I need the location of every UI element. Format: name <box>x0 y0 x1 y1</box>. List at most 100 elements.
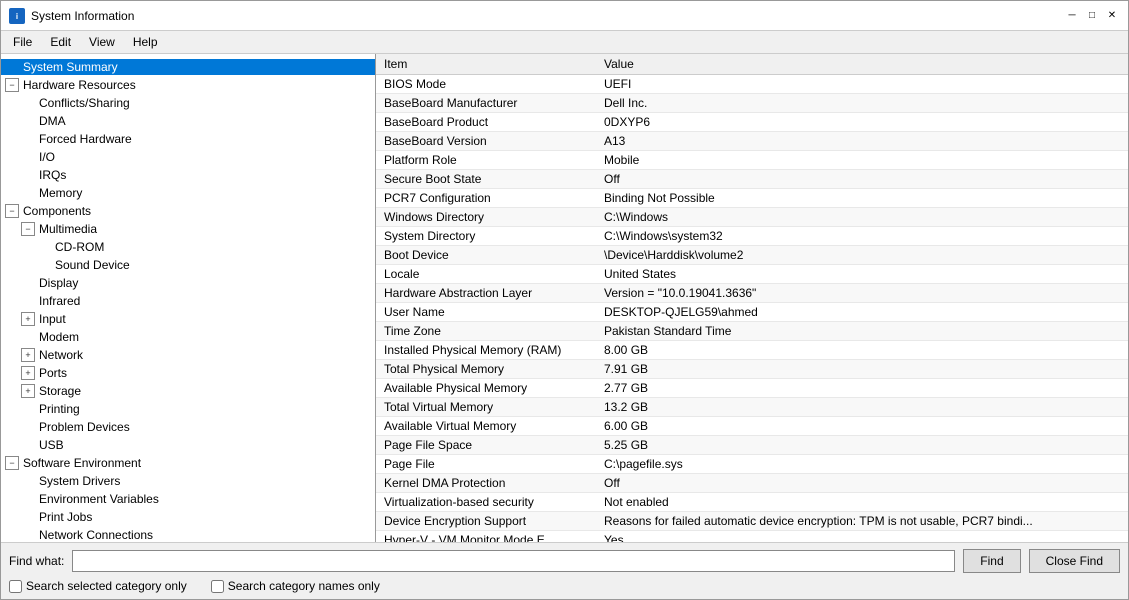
find-label: Find what: <box>9 554 64 568</box>
table-cell-value: C:\pagefile.sys <box>596 455 1128 474</box>
table-cell-item: Locale <box>376 265 596 284</box>
data-table[interactable]: Item Value BIOS ModeUEFIBaseBoard Manufa… <box>376 54 1128 542</box>
table-cell-item: Virtualization-based security <box>376 493 596 512</box>
table-cell-item: Available Virtual Memory <box>376 417 596 436</box>
tree-expander[interactable]: − <box>5 204 19 218</box>
table-cell-value: Binding Not Possible <box>596 189 1128 208</box>
table-row[interactable]: Platform RoleMobile <box>376 151 1128 170</box>
table-row[interactable]: BaseBoard VersionA13 <box>376 132 1128 151</box>
tree-item[interactable]: Sound Device <box>1 256 375 274</box>
find-button[interactable]: Find <box>963 549 1020 573</box>
tree-expander[interactable]: − <box>21 222 35 236</box>
tree-item-label: I/O <box>37 150 55 164</box>
tree-item[interactable]: Environment Variables <box>1 490 375 508</box>
tree-item[interactable]: Memory <box>1 184 375 202</box>
tree-item[interactable]: −Hardware Resources <box>1 76 375 94</box>
tree-expander[interactable]: + <box>21 384 35 398</box>
search-names-checkbox-label[interactable]: Search category names only <box>211 579 380 593</box>
tree-item[interactable]: I/O <box>1 148 375 166</box>
close-find-button[interactable]: Close Find <box>1029 549 1120 573</box>
table-row[interactable]: Available Physical Memory2.77 GB <box>376 379 1128 398</box>
table-row[interactable]: Kernel DMA ProtectionOff <box>376 474 1128 493</box>
table-row[interactable]: Installed Physical Memory (RAM)8.00 GB <box>376 341 1128 360</box>
tree-item[interactable]: System Summary <box>1 58 375 76</box>
table-cell-value: \Device\Harddisk\volume2 <box>596 246 1128 265</box>
table-row[interactable]: Page FileC:\pagefile.sys <box>376 455 1128 474</box>
tree-item[interactable]: +Network <box>1 346 375 364</box>
tree-expander[interactable]: − <box>5 456 19 470</box>
tree-item[interactable]: Display <box>1 274 375 292</box>
tree-item[interactable]: System Drivers <box>1 472 375 490</box>
tree-item[interactable]: +Storage <box>1 382 375 400</box>
minimize-button[interactable]: ─ <box>1064 8 1080 24</box>
menu-bar: File Edit View Help <box>1 31 1128 54</box>
table-cell-value: UEFI <box>596 75 1128 94</box>
tree-container[interactable]: System Summary−Hardware ResourcesConflic… <box>1 54 375 542</box>
close-button[interactable]: ✕ <box>1104 8 1120 24</box>
search-names-checkbox[interactable] <box>211 580 224 593</box>
tree-item[interactable]: Printing <box>1 400 375 418</box>
table-cell-item: PCR7 Configuration <box>376 189 596 208</box>
table-row[interactable]: Hardware Abstraction LayerVersion = "10.… <box>376 284 1128 303</box>
table-cell-value: 5.25 GB <box>596 436 1128 455</box>
table-cell-value: 6.00 GB <box>596 417 1128 436</box>
tree-item[interactable]: −Multimedia <box>1 220 375 238</box>
col-header-item: Item <box>376 54 596 75</box>
tree-expander[interactable]: + <box>21 312 35 326</box>
info-table: Item Value BIOS ModeUEFIBaseBoard Manufa… <box>376 54 1128 542</box>
tree-item[interactable]: CD-ROM <box>1 238 375 256</box>
search-category-checkbox[interactable] <box>9 580 22 593</box>
tree-item[interactable]: DMA <box>1 112 375 130</box>
tree-item[interactable]: Conflicts/Sharing <box>1 94 375 112</box>
table-row[interactable]: PCR7 ConfigurationBinding Not Possible <box>376 189 1128 208</box>
table-row[interactable]: Total Virtual Memory13.2 GB <box>376 398 1128 417</box>
table-row[interactable]: BaseBoard ManufacturerDell Inc. <box>376 94 1128 113</box>
tree-expander[interactable]: − <box>5 78 19 92</box>
tree-item[interactable]: USB <box>1 436 375 454</box>
find-row: Find what: Find Close Find <box>9 549 1120 573</box>
table-cell-item: Hyper-V - VM Monitor Mode E... <box>376 531 596 543</box>
menu-help[interactable]: Help <box>125 33 166 51</box>
tree-item[interactable]: Problem Devices <box>1 418 375 436</box>
table-row[interactable]: Secure Boot StateOff <box>376 170 1128 189</box>
table-cell-value: 0DXYP6 <box>596 113 1128 132</box>
tree-expander[interactable]: + <box>21 348 35 362</box>
tree-item[interactable]: Infrared <box>1 292 375 310</box>
table-row[interactable]: System DirectoryC:\Windows\system32 <box>376 227 1128 246</box>
tree-item[interactable]: −Software Environment <box>1 454 375 472</box>
table-row[interactable]: Device Encryption SupportReasons for fai… <box>376 512 1128 531</box>
tree-item[interactable]: Modem <box>1 328 375 346</box>
tree-item[interactable]: Print Jobs <box>1 508 375 526</box>
table-row[interactable]: Time ZonePakistan Standard Time <box>376 322 1128 341</box>
tree-item-label: USB <box>37 438 64 452</box>
search-category-checkbox-label[interactable]: Search selected category only <box>9 579 187 593</box>
table-row[interactable]: Windows DirectoryC:\Windows <box>376 208 1128 227</box>
find-input[interactable] <box>72 550 955 572</box>
table-row[interactable]: BaseBoard Product0DXYP6 <box>376 113 1128 132</box>
tree-item[interactable]: +Input <box>1 310 375 328</box>
table-row[interactable]: Total Physical Memory7.91 GB <box>376 360 1128 379</box>
tree-expander[interactable]: + <box>21 366 35 380</box>
tree-item[interactable]: IRQs <box>1 166 375 184</box>
menu-edit[interactable]: Edit <box>42 33 79 51</box>
maximize-button[interactable]: □ <box>1084 8 1100 24</box>
table-cell-item: Boot Device <box>376 246 596 265</box>
tree-item[interactable]: +Ports <box>1 364 375 382</box>
menu-view[interactable]: View <box>81 33 123 51</box>
tree-item-label: Printing <box>37 402 80 416</box>
table-row[interactable]: User NameDESKTOP-QJELG59\ahmed <box>376 303 1128 322</box>
table-cell-item: Installed Physical Memory (RAM) <box>376 341 596 360</box>
table-row[interactable]: Hyper-V - VM Monitor Mode E...Yes <box>376 531 1128 543</box>
table-row[interactable]: Boot Device\Device\Harddisk\volume2 <box>376 246 1128 265</box>
tree-item[interactable]: Forced Hardware <box>1 130 375 148</box>
tree-item[interactable]: Network Connections <box>1 526 375 542</box>
table-row[interactable]: Virtualization-based securityNot enabled <box>376 493 1128 512</box>
menu-file[interactable]: File <box>5 33 40 51</box>
tree-item[interactable]: −Components <box>1 202 375 220</box>
table-row[interactable]: BIOS ModeUEFI <box>376 75 1128 94</box>
table-row[interactable]: Available Virtual Memory6.00 GB <box>376 417 1128 436</box>
table-row[interactable]: Page File Space5.25 GB <box>376 436 1128 455</box>
tree-item-label: System Drivers <box>37 474 120 488</box>
table-row[interactable]: LocaleUnited States <box>376 265 1128 284</box>
tree-item-label: Display <box>37 276 78 290</box>
